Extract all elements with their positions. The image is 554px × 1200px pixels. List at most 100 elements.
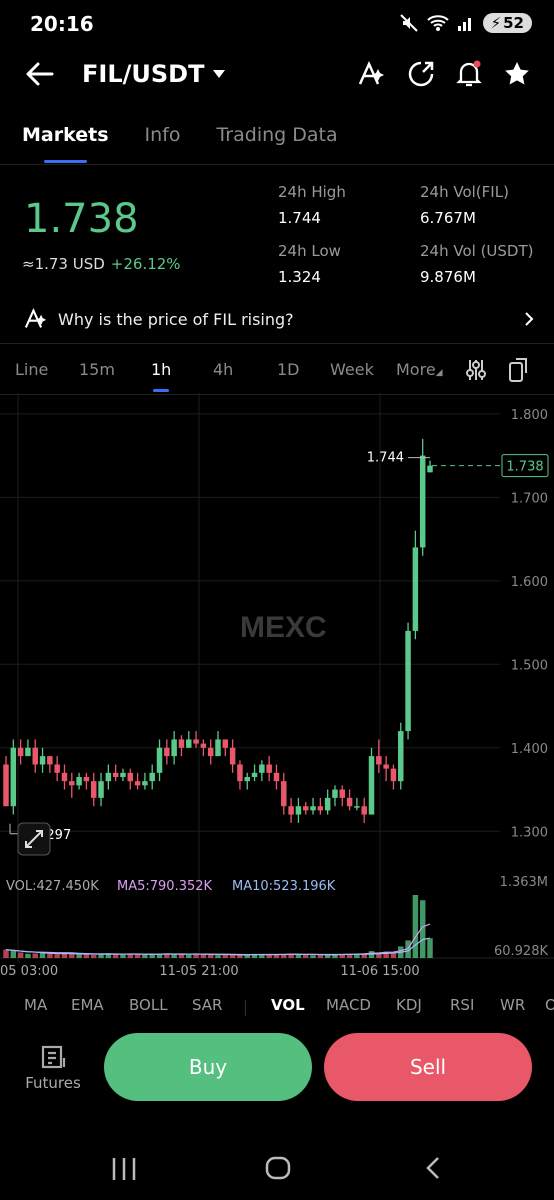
ma5-label: MA5:790.352K xyxy=(117,879,213,894)
vol-usdt-value: 9.876M xyxy=(420,268,476,286)
indicator-rsi[interactable]: RSI xyxy=(450,996,474,1014)
vol-usdt-label: 24h Vol (USDT) xyxy=(420,242,534,260)
indicator-kdj[interactable]: KDJ xyxy=(396,996,422,1014)
y-tick-label: 1.400 xyxy=(511,742,548,757)
system-nav-bar xyxy=(112,1156,439,1180)
indicator-vol[interactable]: VOL xyxy=(271,996,305,1014)
pair-selector[interactable]: FIL/USDT xyxy=(82,60,226,88)
candlestick-chart[interactable]: MEXC 1.800 1.700 1.600 1.500 1.400 1.300 1.73… xyxy=(0,393,554,985)
x-axis-labels: 05 03:00 11-05 21:00 11-06 15:00 xyxy=(0,964,420,979)
pair-title: FIL/USDT xyxy=(82,60,205,88)
tab-markets[interactable]: Markets xyxy=(22,124,109,163)
indicator-obv[interactable]: OBV xyxy=(545,996,554,1014)
candle-body xyxy=(171,739,177,757)
share-button[interactable] xyxy=(408,61,434,91)
low-label: 24h Low xyxy=(278,242,341,260)
price-sub: ≈1.73 USD +26.12% xyxy=(22,255,181,273)
chart-settings-button[interactable] xyxy=(466,358,486,386)
volume-bar xyxy=(215,955,221,958)
signal-icon xyxy=(457,18,471,31)
candle-body xyxy=(61,772,68,782)
ai-icon xyxy=(24,308,47,328)
candle-body xyxy=(127,772,134,782)
indicator-wr[interactable]: WR xyxy=(500,996,525,1014)
main-tabs: Markets Info Trading Data xyxy=(22,124,338,163)
futures-button[interactable]: Futures xyxy=(22,1044,84,1092)
home-button[interactable] xyxy=(265,1156,291,1180)
alerts-button[interactable] xyxy=(456,60,482,92)
wifi-icon xyxy=(426,15,449,31)
candle-body xyxy=(412,547,419,631)
volume-bar xyxy=(69,954,75,958)
candle-body xyxy=(39,756,46,765)
recent-apps-button[interactable] xyxy=(112,1158,136,1180)
candle-body xyxy=(398,731,404,782)
indicator-sar[interactable]: SAR xyxy=(192,996,222,1014)
interval-15m[interactable]: 15m xyxy=(79,360,115,379)
volume-bar xyxy=(302,954,309,958)
ma10-label: MA10:523.196K xyxy=(232,879,336,894)
ma10-line xyxy=(5,937,431,956)
candle-body xyxy=(427,465,433,473)
candle-body xyxy=(390,768,397,782)
volume-min-label: 60.928K xyxy=(494,944,548,959)
interval-more[interactable]: More◢ xyxy=(396,360,443,379)
interval-1d[interactable]: 1D xyxy=(277,360,300,379)
indicator-separator xyxy=(245,1000,246,1016)
candle-body xyxy=(10,747,17,807)
candle-body xyxy=(361,806,367,815)
volume-bar xyxy=(427,938,433,958)
volume-bar xyxy=(237,955,243,958)
sell-button[interactable]: Sell xyxy=(324,1033,532,1101)
price-change: +26.12% xyxy=(110,255,181,273)
interval-line[interactable]: Line xyxy=(15,360,48,379)
interval-week[interactable]: Week xyxy=(330,360,374,379)
candle-body xyxy=(69,781,75,786)
tab-trading-data[interactable]: Trading Data xyxy=(216,124,337,146)
fullscreen-chart-button[interactable] xyxy=(508,357,530,387)
tabs-divider xyxy=(0,164,554,165)
candle-body xyxy=(222,739,229,748)
candle-body xyxy=(259,764,265,773)
x-tick-label: 05 03:00 xyxy=(0,964,58,979)
why-rising-row[interactable]: Why is the price of FIL rising? xyxy=(24,308,534,330)
volume-bar xyxy=(149,954,155,958)
ai-insight-button[interactable] xyxy=(358,60,386,91)
indicator-ma[interactable]: MA xyxy=(24,996,47,1014)
y-tick-label: 1.600 xyxy=(511,575,548,590)
candle-body xyxy=(273,772,280,782)
indicator-boll[interactable]: BOLL xyxy=(129,996,168,1014)
volume-bar xyxy=(83,954,90,958)
candle-body xyxy=(164,747,170,757)
indicator-macd[interactable]: MACD xyxy=(326,996,371,1014)
tab-info[interactable]: Info xyxy=(145,124,181,146)
x-tick-label: 11-06 15:00 xyxy=(340,964,419,979)
interval-1h[interactable]: 1h xyxy=(151,360,171,392)
caret-icon: ◢ xyxy=(435,368,443,378)
indicator-ema[interactable]: EMA xyxy=(71,996,104,1014)
candle-body xyxy=(156,747,163,773)
candle-body xyxy=(251,772,258,777)
candle-body xyxy=(368,756,375,815)
high-label: 24h High xyxy=(278,183,346,201)
volume-bar xyxy=(273,954,280,958)
back-button[interactable] xyxy=(24,58,56,94)
expand-chart-button[interactable] xyxy=(17,822,51,856)
candle-body xyxy=(105,772,112,782)
candle-body xyxy=(237,764,243,782)
candle-body xyxy=(83,777,90,782)
candle-body xyxy=(32,747,38,765)
volume-bar xyxy=(39,952,46,958)
favorite-button[interactable] xyxy=(504,61,530,91)
candle-body xyxy=(215,739,221,757)
volume-bar xyxy=(17,952,24,958)
buy-button[interactable]: Buy xyxy=(104,1033,312,1101)
why-rising-text: Why is the price of FIL rising? xyxy=(58,309,294,329)
candle-body xyxy=(346,797,353,807)
system-back-button[interactable] xyxy=(426,1157,439,1179)
interval-4h[interactable]: 4h xyxy=(213,360,233,379)
sliders-icon xyxy=(466,360,486,380)
candle-body xyxy=(288,806,294,815)
futures-icon xyxy=(41,1045,66,1069)
volume-bar xyxy=(54,954,60,958)
